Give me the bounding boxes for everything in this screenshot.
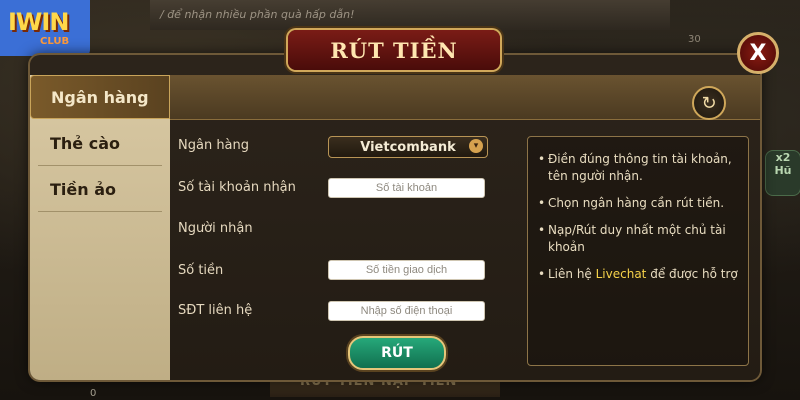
dialog-topbar: [170, 75, 760, 120]
sidebar-item-label: Tiền ảo: [50, 179, 116, 199]
chevron-down-icon: ▾: [469, 139, 483, 153]
account-number-input[interactable]: [328, 178, 485, 198]
bank-label: Ngân hàng: [178, 138, 250, 153]
withdraw-method-sidebar: Ngân hàng Thẻ cào Tiền ảo: [30, 75, 170, 380]
info-note: • Chọn ngân hàng cần rút tiền.: [538, 195, 738, 212]
sidebar-divider: [38, 165, 162, 166]
dialog-title: RÚT TIỀN: [330, 37, 458, 63]
livechat-link[interactable]: Livechat: [596, 267, 647, 281]
sidebar-item-crypto[interactable]: Tiền ảo: [30, 167, 170, 211]
info-note-text: Chọn ngân hàng cần rút tiền.: [548, 196, 725, 210]
history-icon: ↻: [701, 92, 717, 114]
withdraw-submit-button[interactable]: RÚT: [348, 336, 446, 370]
submit-label: RÚT: [381, 345, 413, 361]
recipient-label: Người nhận: [178, 221, 253, 236]
bullet-icon: •: [538, 152, 546, 166]
jackpot-x2-badge: x2 Hũ: [765, 150, 800, 196]
contact-suffix: để được hỗ trợ: [646, 267, 738, 281]
info-note-text: Điền đúng thông tin tài khoản, tên người…: [548, 152, 732, 183]
phone-label: SĐT liên hệ: [178, 303, 253, 318]
brand-logo-sub: CLUB: [40, 36, 70, 47]
bullet-icon: •: [538, 267, 546, 281]
bullet-icon: •: [538, 196, 546, 210]
sidebar-item-label: Thẻ cào: [50, 133, 120, 153]
info-note: • Nạp/Rút duy nhất một chủ tài khoản: [538, 222, 738, 256]
bank-select[interactable]: Vietcombank ▾: [328, 136, 488, 158]
contact-prefix: Liên hệ: [548, 267, 596, 281]
jackpot-multiplier: x2: [775, 151, 791, 164]
info-note: • Điền đúng thông tin tài khoản, tên ngư…: [538, 151, 738, 185]
dialog-title-plate: RÚT TIỀN: [288, 30, 500, 70]
account-label: Số tài khoản nhận: [178, 180, 296, 195]
amount-label: Số tiền: [178, 263, 224, 278]
brand-logo-text: IWIN: [8, 8, 69, 36]
phone-input[interactable]: [328, 301, 485, 321]
sidebar-divider: [38, 211, 162, 212]
close-button[interactable]: X: [737, 32, 779, 74]
info-notes-box: • Điền đúng thông tin tài khoản, tên ngư…: [527, 136, 749, 366]
sidebar-item-bank[interactable]: Ngân hàng: [30, 75, 170, 119]
close-icon: X: [749, 40, 767, 66]
brand-logo: IWIN CLUB: [0, 0, 90, 56]
history-button[interactable]: ↻: [692, 86, 726, 120]
info-note-contact: • Liên hệ Livechat để được hỗ trợ: [538, 266, 738, 283]
bullet-icon: •: [538, 223, 546, 237]
sidebar-item-card[interactable]: Thẻ cào: [30, 121, 170, 165]
bank-select-value: Vietcombank: [360, 139, 456, 155]
sidebar-item-label: Ngân hàng: [51, 87, 149, 107]
coin-balance: 0: [90, 388, 97, 399]
jackpot-label: Hũ: [774, 164, 792, 177]
amount-input[interactable]: [328, 260, 485, 280]
background-banner-text: / để nhận nhiều phần quà hấp dẫn!: [160, 8, 355, 21]
info-note-text: Nạp/Rút duy nhất một chủ tài khoản: [548, 223, 726, 254]
background-corner-number: 30: [688, 34, 701, 45]
